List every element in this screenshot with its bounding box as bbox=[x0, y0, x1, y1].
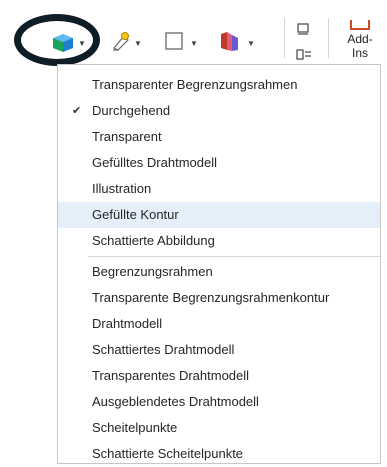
menu-item-label: Gefülltes Drahtmodell bbox=[92, 155, 217, 170]
menu-item-drahtmodell[interactable]: Drahtmodell bbox=[58, 311, 380, 337]
menu-item-label: Ausgeblendetes Drahtmodell bbox=[92, 394, 259, 409]
add-ins-icon bbox=[350, 20, 370, 30]
add-ins-label-line2: Ins bbox=[351, 46, 368, 60]
menu-item-gefuellte-kontur[interactable]: Gefüllte Kontur bbox=[58, 202, 380, 228]
material-icon bbox=[218, 30, 242, 57]
checkmark-icon: ✔ bbox=[72, 105, 82, 117]
menu-item-scheitelpunkte[interactable]: Scheitelpunkte bbox=[58, 415, 380, 441]
menu-item-label: Transparent bbox=[92, 129, 162, 144]
chevron-down-icon: ▼ bbox=[134, 38, 142, 48]
menu-item-label: Schattierte Abbildung bbox=[92, 233, 215, 248]
menu-item-label: Transparentes Drahtmodell bbox=[92, 368, 250, 383]
list-icon bbox=[296, 48, 312, 65]
menu-item-label: Transparenter Begrenzungsrahmen bbox=[92, 77, 298, 92]
menu-item-schattierte-abbildung[interactable]: Schattierte Abbildung bbox=[58, 228, 380, 254]
lighting-icon bbox=[110, 30, 132, 57]
material-dropdown-button[interactable]: ▼ bbox=[218, 28, 255, 58]
ribbon-toolbar: ▼ ▼ ▼ ▼ Add- Ins bbox=[0, 0, 387, 66]
menu-item-label: Drahtmodell bbox=[92, 316, 163, 331]
view-icon bbox=[296, 22, 310, 39]
menu-item-label: Durchgehend bbox=[92, 103, 171, 118]
menu-item-ausgeblendetes-drahtmodell[interactable]: Ausgeblendetes Drahtmodell bbox=[58, 389, 380, 415]
menu-item-label: Illustration bbox=[92, 181, 152, 196]
view-icon-button[interactable] bbox=[296, 22, 310, 40]
toolbar-divider bbox=[284, 18, 285, 58]
square-icon bbox=[164, 31, 184, 56]
menu-item-begrenzungsrahmen[interactable]: Begrenzungsrahmen bbox=[58, 259, 380, 285]
menu-item-schattierte-scheitelpunkte[interactable]: Schattierte Scheitelpunkte bbox=[58, 441, 380, 467]
menu-divider bbox=[88, 256, 380, 257]
chevron-down-icon: ▼ bbox=[190, 38, 198, 48]
add-ins-label-line1: Add- bbox=[347, 32, 373, 46]
menu-item-label: Schattiertes Drahtmodell bbox=[92, 342, 235, 357]
toolbar-divider bbox=[328, 18, 329, 58]
menu-item-transparenter-begrenzungsrahmen[interactable]: Transparenter Begrenzungsrahmen bbox=[58, 72, 380, 98]
lighting-dropdown-button[interactable]: ▼ bbox=[110, 28, 142, 58]
menu-item-label: Scheitelpunkte bbox=[92, 420, 178, 435]
menu-item-label: Gefüllte Kontur bbox=[92, 207, 179, 222]
render-mode-menu: Transparenter Begrenzungsrahmen ✔ Durchg… bbox=[57, 64, 381, 464]
menu-item-transparente-begrenzungsrahmenkontur[interactable]: Transparente Begrenzungsrahmenkontur bbox=[58, 285, 380, 311]
shaded-cube-icon bbox=[50, 29, 76, 58]
menu-item-label: Transparente Begrenzungsrahmenkontur bbox=[92, 290, 330, 305]
menu-item-transparentes-drahtmodell[interactable]: Transparentes Drahtmodell bbox=[58, 363, 380, 389]
background-dropdown-button[interactable]: ▼ bbox=[164, 28, 198, 58]
menu-item-durchgehend[interactable]: ✔ Durchgehend bbox=[58, 98, 380, 124]
menu-item-label: Begrenzungsrahmen bbox=[92, 264, 213, 279]
menu-item-transparent[interactable]: Transparent bbox=[58, 124, 380, 150]
menu-item-schattiertes-drahtmodell[interactable]: Schattiertes Drahtmodell bbox=[58, 337, 380, 363]
menu-item-label: Schattierte Scheitelpunkte bbox=[92, 446, 244, 461]
chevron-down-icon: ▼ bbox=[247, 38, 255, 48]
menu-item-illustration[interactable]: Illustration bbox=[58, 176, 380, 202]
chevron-down-icon: ▼ bbox=[78, 38, 86, 48]
add-ins-button[interactable]: Add- Ins bbox=[338, 20, 382, 60]
render-mode-dropdown-button[interactable]: ▼ bbox=[50, 28, 86, 58]
menu-item-gefuelltes-drahtmodell[interactable]: Gefülltes Drahtmodell bbox=[58, 150, 380, 176]
